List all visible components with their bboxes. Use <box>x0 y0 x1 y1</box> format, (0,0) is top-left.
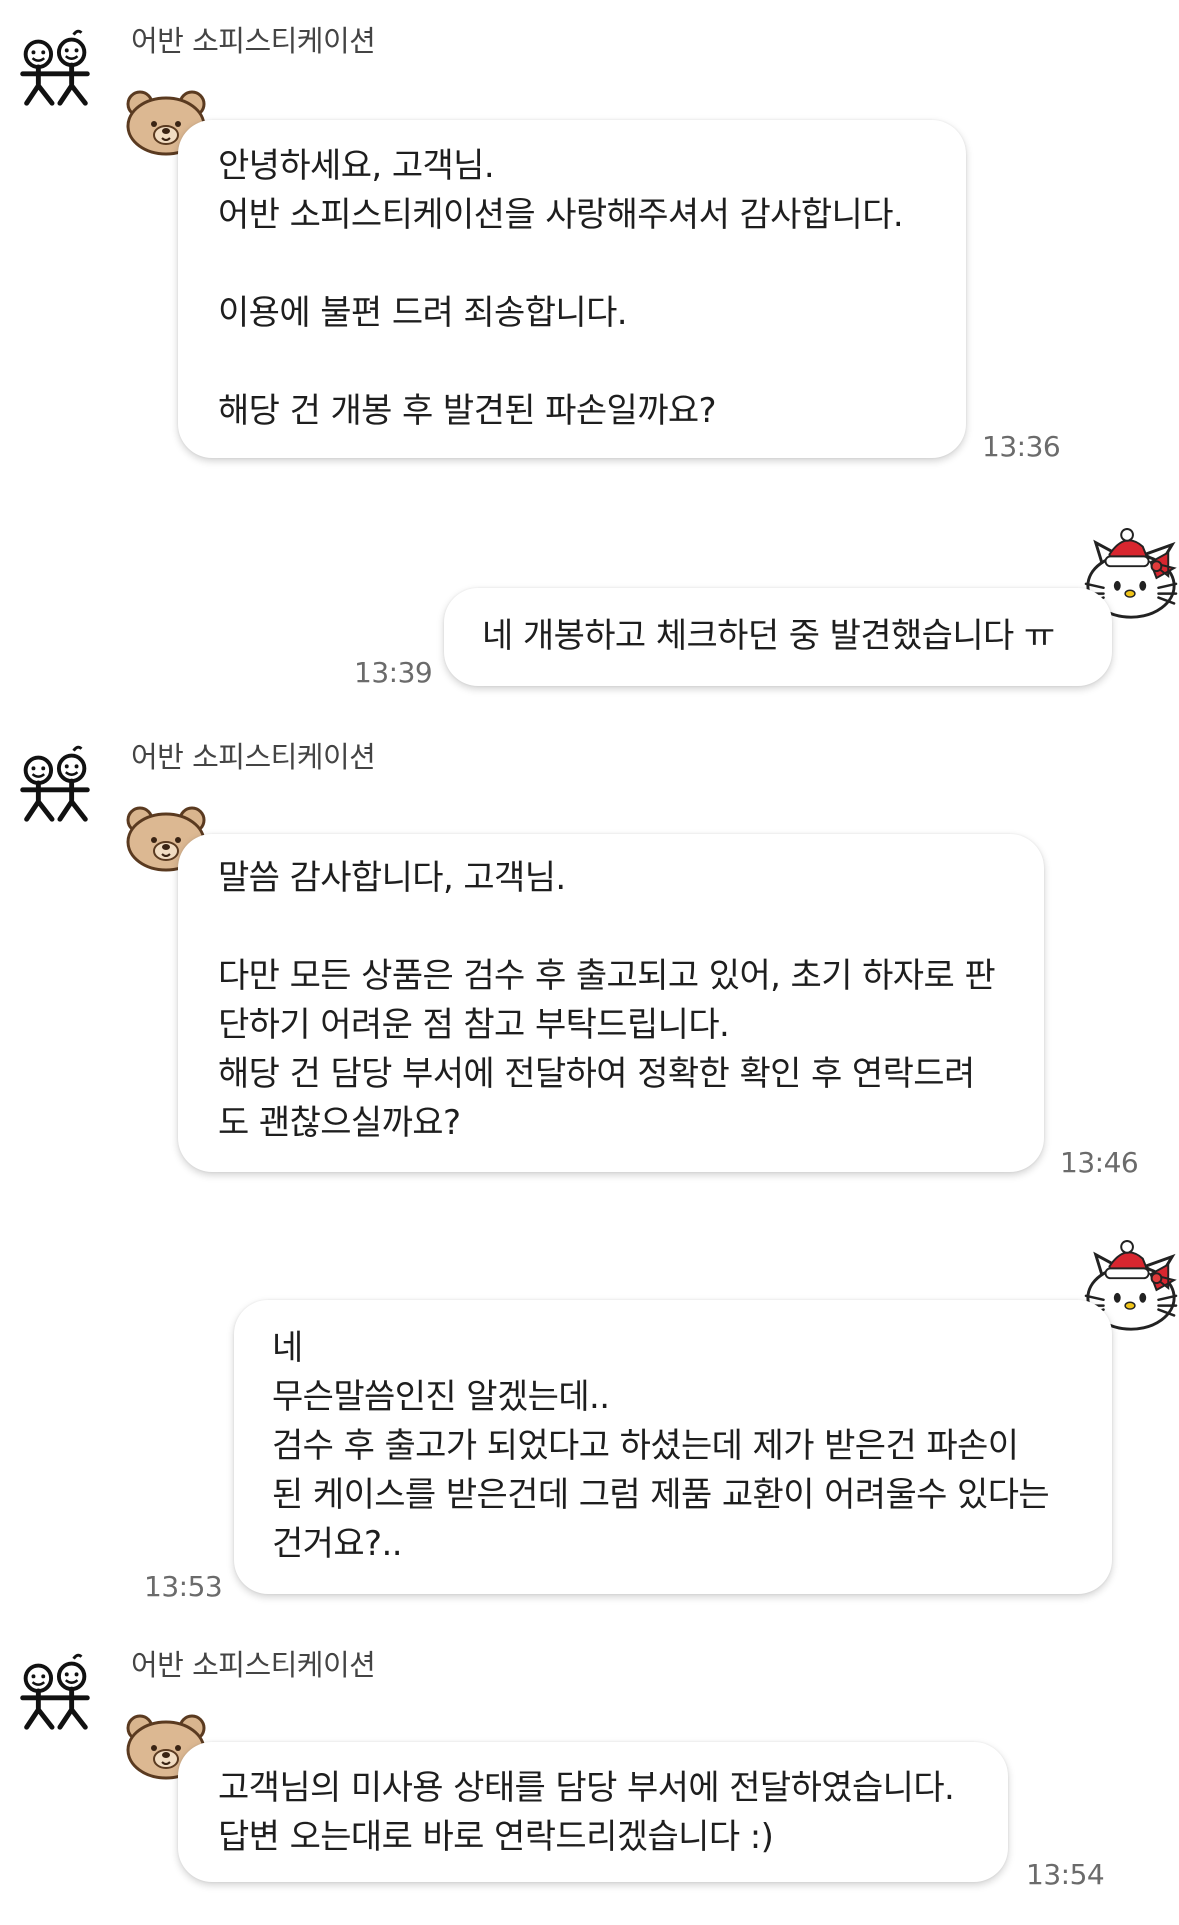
message-text: 안녕하세요, 고객님. 어반 소피스티케이션을 사랑해주셔서 감사합니다. 이용… <box>218 146 904 431</box>
message-time: 13:39 <box>354 656 433 689</box>
stick-figures-icon <box>9 1648 101 1734</box>
message-text: 네 무슨말씀인진 알겠는데.. 검수 후 출고가 되었다고 하셨는데 제가 받은… <box>272 1328 1050 1564</box>
sender-name: 어반 소피스티케이션 <box>131 1648 376 1682</box>
message-bubble-agent[interactable]: 말씀 감사합니다, 고객님. 다만 모든 상품은 검수 후 출고되고 있어, 초… <box>178 834 1044 1172</box>
sender-name: 어반 소피스티케이션 <box>131 24 376 58</box>
sender-name: 어반 소피스티케이션 <box>131 740 376 774</box>
message-bubble-user[interactable]: 네 무슨말씀인진 알겠는데.. 검수 후 출고가 되었다고 하셨는데 제가 받은… <box>234 1300 1112 1594</box>
message-bubble-agent[interactable]: 고객님의 미사용 상태를 담당 부서에 전달하였습니다. 답변 오는대로 바로 … <box>178 1742 1008 1882</box>
message-time: 13:54 <box>1026 1858 1105 1891</box>
message-bubble-agent[interactable]: 안녕하세요, 고객님. 어반 소피스티케이션을 사랑해주셔서 감사합니다. 이용… <box>178 120 966 458</box>
message-time: 13:36 <box>982 430 1061 463</box>
stick-figures-icon <box>9 740 101 826</box>
sender-avatar[interactable] <box>6 18 104 116</box>
sender-avatar[interactable] <box>6 734 104 832</box>
sender-avatar[interactable] <box>6 1642 104 1740</box>
message-text: 고객님의 미사용 상태를 담당 부서에 전달하였습니다. 답변 오는대로 바로 … <box>218 1768 955 1857</box>
message-time: 13:53 <box>144 1570 223 1603</box>
stick-figures-icon <box>9 24 101 110</box>
message-text: 말씀 감사합니다, 고객님. 다만 모든 상품은 검수 후 출고되고 있어, 초… <box>218 858 996 1143</box>
message-text: 네 개봉하고 체크하던 중 발견했습니다 ㅠ <box>482 616 1055 656</box>
message-bubble-user[interactable]: 네 개봉하고 체크하던 중 발견했습니다 ㅠ <box>444 588 1112 686</box>
message-time: 13:46 <box>1060 1146 1139 1179</box>
